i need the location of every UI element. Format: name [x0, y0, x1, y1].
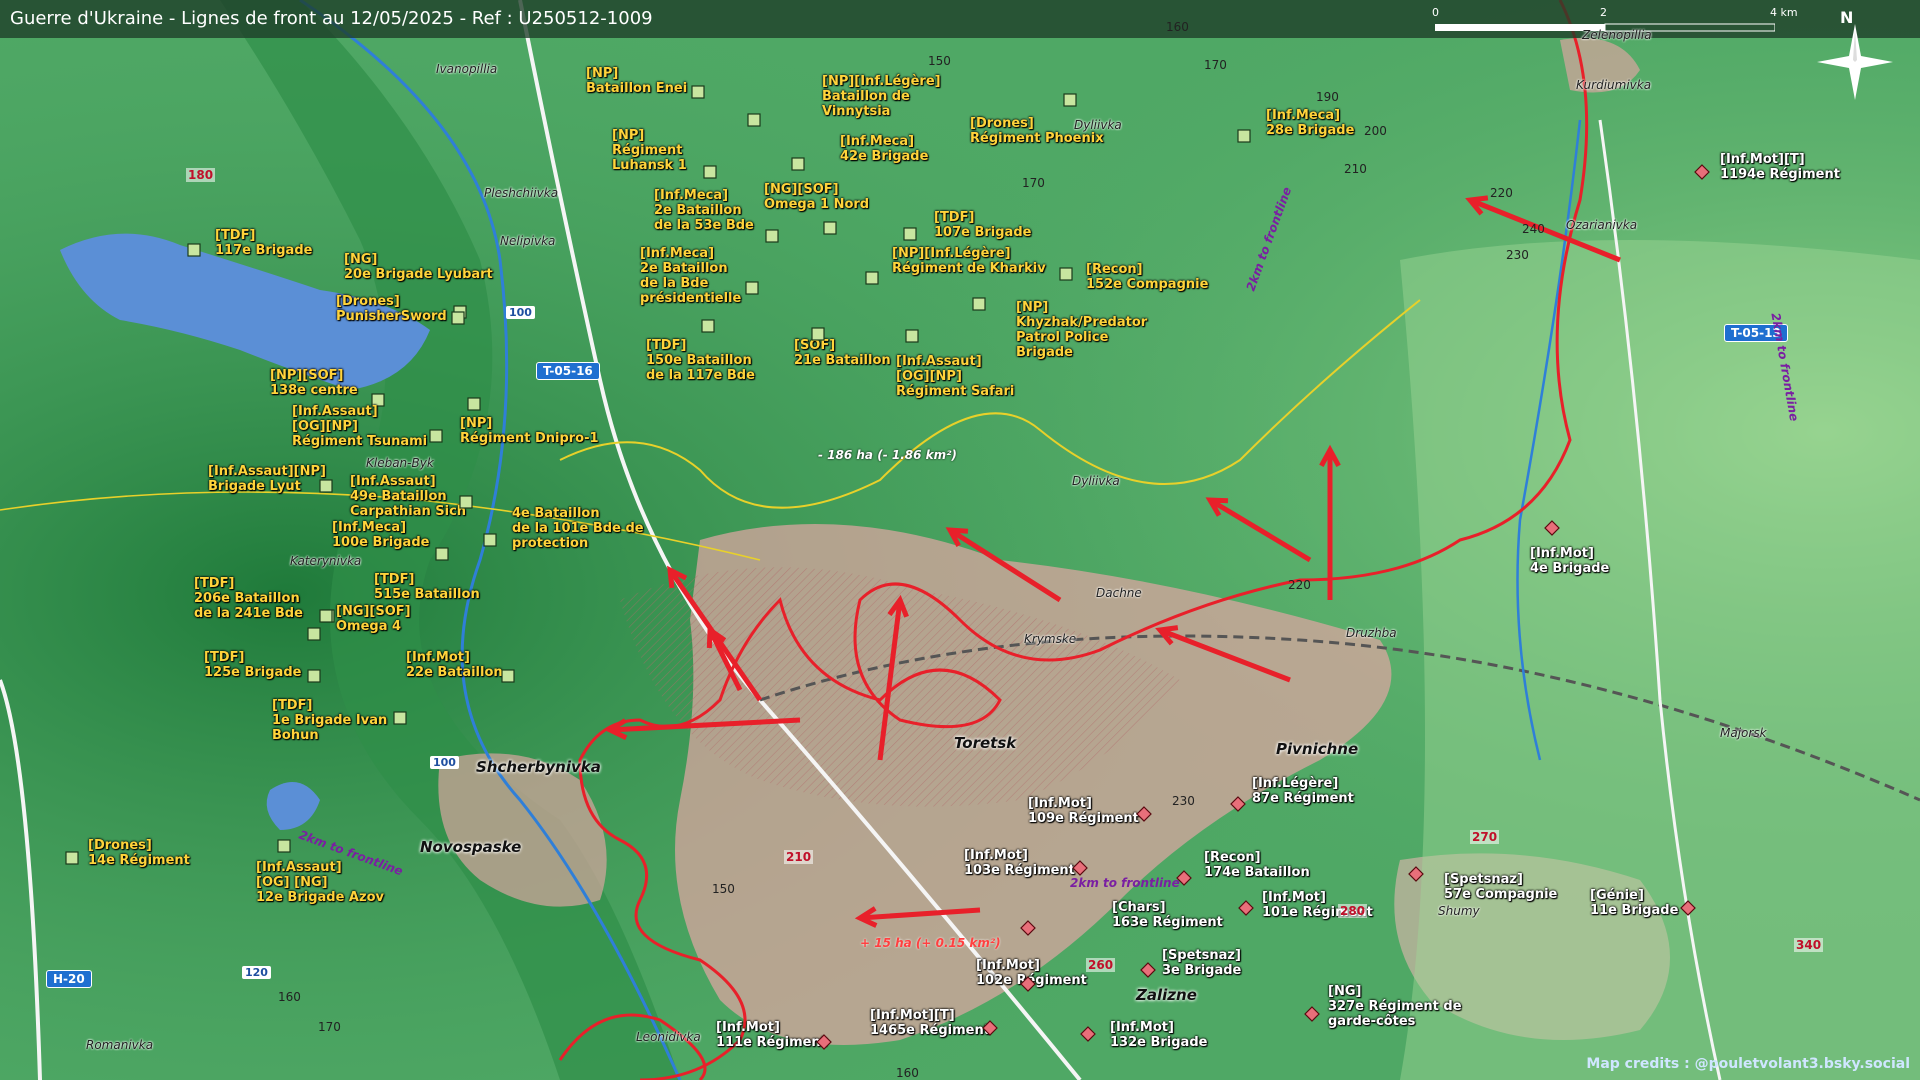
elevation-label: 230 — [1172, 794, 1195, 808]
attack-arrow-icon — [877, 594, 909, 761]
elevation-label: 340 — [1794, 938, 1824, 952]
attack-arrow-icon — [854, 906, 981, 928]
attack-arrow-icon — [945, 527, 1062, 603]
attack-arrow-icon — [604, 717, 801, 741]
map-credits: Map credits : @pouletvolant3.bsky.social — [1586, 1056, 1910, 1072]
elevation-label: 170 — [318, 1020, 341, 1034]
road-number: 120 — [242, 966, 271, 979]
elevation-label: 230 — [1506, 248, 1529, 262]
attack-arrow-icon — [706, 625, 743, 692]
elevation-label: 240 — [1522, 222, 1545, 236]
attack-arrows — [604, 195, 1621, 928]
road-number: 100 — [430, 756, 459, 769]
elevation-label: 170 — [1204, 58, 1227, 72]
elevation-label: 190 — [1316, 90, 1339, 104]
elevation-label: 270 — [1470, 830, 1500, 844]
area-change-label: + 15 ha (+ 0.15 km²) — [860, 936, 1001, 950]
elevation-label: 220 — [1288, 578, 1311, 592]
elevation-label: 160 — [278, 990, 301, 1004]
elevation-label: 160 — [1166, 20, 1189, 34]
elevation-label: 220 — [1490, 186, 1513, 200]
elevation-label: 180 — [186, 168, 216, 182]
road-shield: H-20 — [46, 970, 92, 988]
elevation-label: 210 — [1344, 162, 1367, 176]
elevation-label: 160 — [896, 1066, 919, 1080]
elevation-label: 170 — [1022, 176, 1045, 190]
elevation-label: 150 — [712, 882, 735, 896]
frontline-distance-label: 2km to frontline — [1070, 876, 1180, 890]
elevation-label: 200 — [1364, 124, 1387, 138]
elevation-label: 210 — [784, 850, 814, 864]
attack-arrow-icon — [1319, 444, 1341, 600]
attack-arrow-icon — [1465, 195, 1621, 263]
road-number: 100 — [506, 306, 535, 319]
elevation-label: 260 — [1086, 958, 1116, 972]
area-change-label: - 186 ha (- 1.86 km²) — [818, 448, 957, 462]
elevation-label: 280 — [1338, 904, 1368, 918]
road-shield: T-05-16 — [536, 362, 600, 380]
elevation-label: 150 — [928, 54, 951, 68]
attack-arrow-icon — [1155, 625, 1291, 683]
attack-arrow-icon — [1205, 497, 1312, 563]
